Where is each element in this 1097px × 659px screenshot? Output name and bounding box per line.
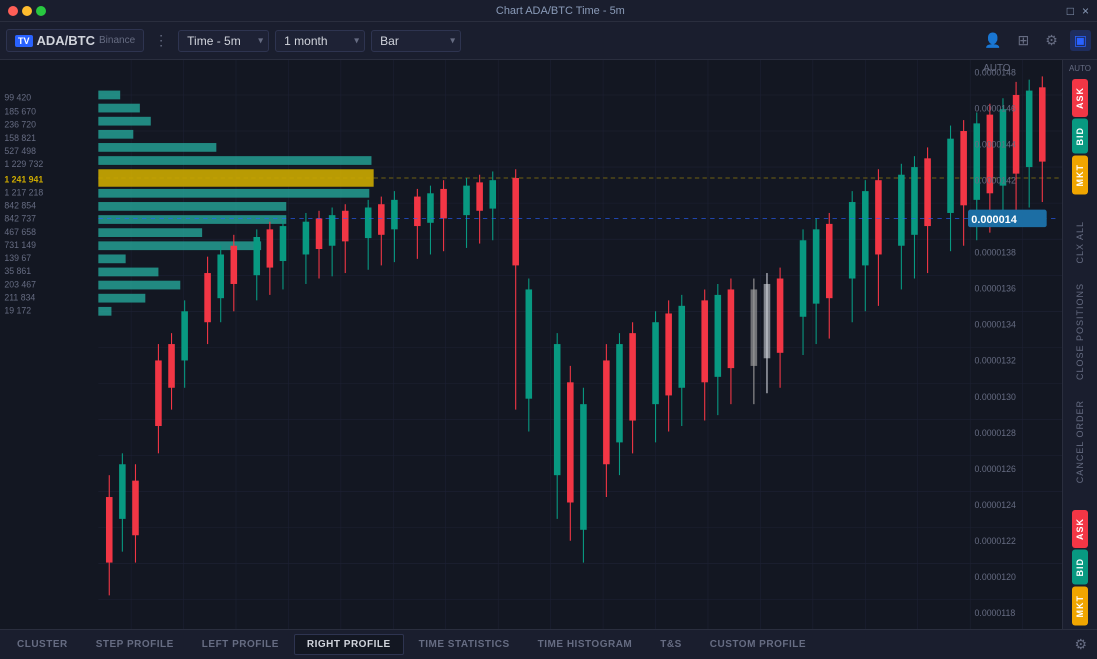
title-bar: Chart ADA/BTC Time - 5m □ ×	[0, 0, 1097, 22]
tab-custom-profile[interactable]: CUSTOM PROFILE	[697, 634, 819, 655]
restore-btn[interactable]: □	[1067, 4, 1074, 18]
svg-text:0.000014: 0.000014	[971, 214, 1016, 226]
svg-text:211 834: 211 834	[4, 292, 35, 302]
toolbar-icons: 👤 ⊞ ⚙ ▣	[980, 30, 1091, 51]
chart-canvas: 99 420 185 670 236 720 158 821 527 498 1…	[0, 60, 1062, 629]
tab-left-profile[interactable]: LEFT PROFILE	[189, 634, 292, 655]
maximize-window-btn[interactable]	[36, 6, 46, 16]
settings-icon[interactable]: ⚙	[1041, 30, 1062, 51]
chart-area[interactable]: 99 420 185 670 236 720 158 821 527 498 1…	[0, 60, 1062, 629]
svg-text:35 861: 35 861	[4, 266, 31, 276]
svg-text:0.0000146: 0.0000146	[975, 103, 1016, 113]
tab-right-profile[interactable]: RIGHT PROFILE	[294, 634, 404, 655]
symbol-name: ADA/BTC	[37, 33, 96, 48]
close-positions-label[interactable]: CLOSE POSITIONS	[1075, 277, 1085, 386]
tab-step-profile[interactable]: STEP PROFILE	[83, 634, 187, 655]
bid-button-1[interactable]: BID	[1072, 119, 1088, 154]
win-controls-right[interactable]: □ ×	[1067, 4, 1089, 18]
svg-text:203 467: 203 467	[4, 279, 36, 289]
svg-text:1 217 218: 1 217 218	[4, 187, 43, 197]
svg-text:467 658: 467 658	[4, 227, 36, 237]
svg-text:0.0000138: 0.0000138	[975, 248, 1016, 258]
bottom-tab-bar: CLUSTER STEP PROFILE LEFT PROFILE RIGHT …	[0, 629, 1097, 659]
order-panel: AUTO ASK BID MKT CLX ALL CLOSE POSITIONS…	[1062, 60, 1097, 629]
svg-text:842 737: 842 737	[4, 214, 36, 224]
period-select[interactable]: 1 month 1 week 1 day	[275, 30, 365, 52]
svg-text:0.0000126: 0.0000126	[975, 464, 1016, 474]
symbol-selector[interactable]: TV ADA/BTC Binance	[6, 29, 144, 52]
window-controls[interactable]	[8, 6, 46, 16]
svg-text:0.0000128: 0.0000128	[975, 428, 1016, 438]
bid-button-2[interactable]: BID	[1072, 550, 1088, 585]
svg-text:1 229 732: 1 229 732	[4, 159, 43, 169]
svg-text:842 854: 842 854	[4, 201, 36, 211]
svg-text:99 420: 99 420	[4, 92, 31, 102]
svg-text:0.0000144: 0.0000144	[975, 139, 1016, 149]
layout-icon[interactable]: ⊞	[1013, 30, 1033, 51]
svg-text:0.0000134: 0.0000134	[975, 320, 1016, 330]
svg-text:0.0000124: 0.0000124	[975, 500, 1016, 510]
auto-text: AUTO	[1069, 64, 1091, 73]
profile-icon[interactable]: 👤	[980, 30, 1005, 51]
tab-cluster[interactable]: CLUSTER	[4, 634, 81, 655]
svg-text:158 821: 158 821	[4, 133, 36, 143]
cancel-order-label[interactable]: CANCEL ORDER	[1075, 394, 1085, 489]
svg-text:19 172: 19 172	[4, 305, 31, 315]
symbol-menu-icon[interactable]: ⋮	[150, 32, 172, 49]
fullscreen-icon[interactable]: ▣	[1070, 30, 1091, 51]
close-btn[interactable]: ×	[1082, 4, 1089, 18]
bottom-settings-icon[interactable]: ⚙	[1068, 634, 1093, 655]
svg-text:1 241 941: 1 241 941	[4, 174, 43, 184]
minimize-window-btn[interactable]	[22, 6, 32, 16]
tab-time-histogram[interactable]: TIME HISTOGRAM	[525, 634, 646, 655]
tab-time-statistics[interactable]: TIME STATISTICS	[406, 634, 523, 655]
svg-text:236 720: 236 720	[4, 120, 36, 130]
ask-button-2[interactable]: ASK	[1072, 510, 1088, 548]
toolbar: TV ADA/BTC Binance ⋮ Time - 5m Time - 1m…	[0, 22, 1097, 60]
tab-ts[interactable]: T&S	[647, 634, 695, 655]
svg-text:0.0000132: 0.0000132	[975, 356, 1016, 366]
main-content: 99 420 185 670 236 720 158 821 527 498 1…	[0, 60, 1097, 629]
period-select-wrap[interactable]: 1 month 1 week 1 day	[275, 30, 365, 52]
svg-text:0.0000136: 0.0000136	[975, 284, 1016, 294]
ask-button-1[interactable]: ASK	[1072, 79, 1088, 117]
clx-all-label[interactable]: CLX ALL	[1075, 215, 1085, 270]
mkt-button-2[interactable]: MKT	[1072, 587, 1088, 626]
svg-text:0.0000118: 0.0000118	[975, 608, 1016, 618]
chart-type-select[interactable]: Bar Candle Line	[371, 30, 461, 52]
svg-text:AUTO: AUTO	[983, 63, 1010, 74]
timeframe-select-wrap[interactable]: Time - 5m Time - 1m Time - 15m	[178, 30, 269, 52]
tv-icon: TV	[15, 35, 33, 47]
svg-text:527 498: 527 498	[4, 146, 36, 156]
window-title: Chart ADA/BTC Time - 5m	[54, 5, 1067, 17]
svg-text:139 67: 139 67	[4, 253, 31, 263]
close-window-btn[interactable]	[8, 6, 18, 16]
svg-text:185 670: 185 670	[4, 107, 36, 117]
chart-type-select-wrap[interactable]: Bar Candle Line	[371, 30, 461, 52]
timeframe-select[interactable]: Time - 5m Time - 1m Time - 15m	[178, 30, 269, 52]
side-label-container: CLX ALL CLOSE POSITIONS CANCEL ORDER	[1075, 196, 1085, 508]
svg-text:731 149: 731 149	[4, 240, 36, 250]
mkt-button-1[interactable]: MKT	[1072, 156, 1088, 195]
svg-text:0.0000130: 0.0000130	[975, 392, 1016, 402]
exchange-name: Binance	[99, 35, 135, 46]
svg-text:0.0000142: 0.0000142	[975, 175, 1016, 185]
svg-text:0.0000122: 0.0000122	[975, 536, 1016, 546]
svg-text:0.0000120: 0.0000120	[975, 572, 1016, 582]
